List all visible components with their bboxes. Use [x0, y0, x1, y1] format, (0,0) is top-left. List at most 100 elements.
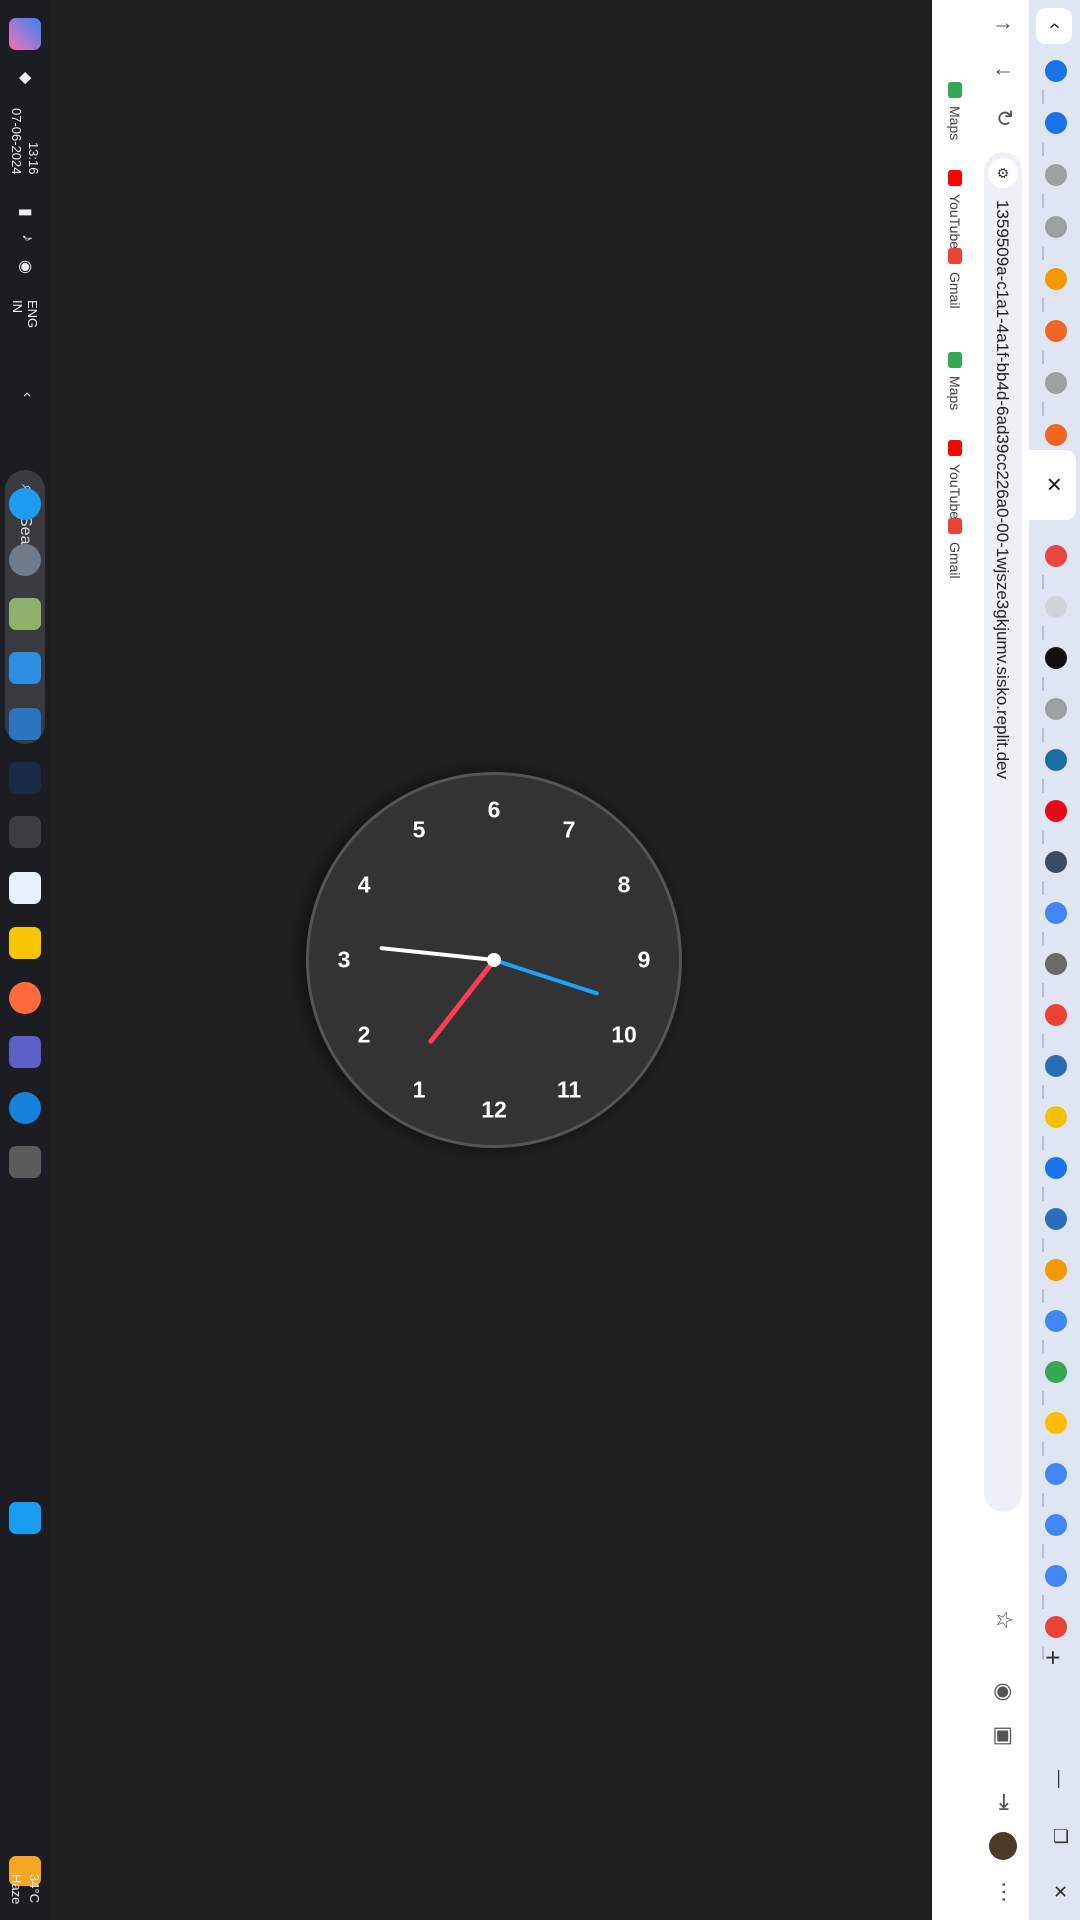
tab-favicon[interactable] — [1045, 902, 1067, 924]
tab-favicon[interactable] — [1045, 268, 1067, 290]
active-tab[interactable]: ✕ — [1029, 450, 1076, 520]
store-icon[interactable] — [9, 872, 41, 904]
volume-icon[interactable]: ♪ — [18, 234, 36, 242]
bookmark-item[interactable]: Maps — [945, 352, 965, 410]
tab-separator — [1042, 1289, 1044, 1303]
menu-icon[interactable]: ⋯ — [989, 1878, 1017, 1906]
tab-favicon[interactable] — [1045, 424, 1067, 446]
tab-favicon[interactable] — [1045, 112, 1067, 134]
cloud-app-icon[interactable] — [9, 488, 41, 520]
tab-search-button[interactable]: ‹ — [1036, 8, 1072, 44]
bookmark-item[interactable]: Gmail — [945, 248, 965, 309]
task-view-icon[interactable] — [9, 1146, 41, 1178]
tab-favicon[interactable] — [1045, 1616, 1067, 1638]
tab-favicon[interactable] — [1045, 1157, 1067, 1179]
tab-separator — [1042, 728, 1044, 742]
bookmark-item[interactable]: YouTube — [945, 170, 965, 249]
tab-favicon[interactable] — [1045, 1106, 1067, 1128]
tab-favicon[interactable] — [1045, 216, 1067, 238]
file-explorer-icon[interactable] — [9, 927, 41, 959]
tab-favicon[interactable] — [1045, 1361, 1067, 1383]
profile-signin-icon[interactable]: ⇥ — [989, 1788, 1017, 1816]
tab-favicon[interactable] — [1045, 60, 1067, 82]
tab-favicon[interactable] — [1045, 1208, 1067, 1230]
tab-favicon[interactable] — [1045, 1412, 1067, 1434]
language-indicator[interactable]: ENG IN — [10, 300, 40, 328]
tab-favicon[interactable] — [1045, 1259, 1067, 1281]
chrome-icon[interactable] — [9, 816, 41, 848]
tab-separator — [1042, 1085, 1044, 1099]
clock-date[interactable]: 13:16 07-06-2024 — [8, 108, 42, 175]
tab-favicon[interactable] — [1045, 749, 1067, 771]
settings-gear-icon[interactable] — [9, 544, 41, 576]
tab-favicon[interactable] — [1045, 953, 1067, 975]
avatar[interactable] — [989, 1832, 1017, 1860]
tab-favicon[interactable] — [1045, 1310, 1067, 1332]
chevron-up-icon[interactable]: ‹ — [18, 392, 36, 397]
tab-favicon[interactable] — [1045, 545, 1067, 567]
tab-favicon[interactable] — [1045, 164, 1067, 186]
edge-icon[interactable] — [9, 1092, 41, 1124]
close-window-button[interactable]: ✕ — [1049, 1884, 1070, 1899]
bookmark-item[interactable]: Maps — [945, 82, 965, 140]
forward-button[interactable]: ↓ — [989, 58, 1017, 86]
bookmark-item[interactable]: Gmail — [945, 518, 965, 579]
restore-button[interactable]: ❐ — [1049, 1828, 1070, 1844]
tab-favicon[interactable] — [1045, 647, 1067, 669]
desktop-screen: ‹ ✕ + — ❐ ✕ ↑ ↓ ↻ ⚙ 135950​9a-c1a1-4a1f-… — [0, 0, 1080, 1920]
tab-separator — [1042, 575, 1044, 589]
tab-separator — [1042, 402, 1044, 416]
youtube-icon — [948, 170, 962, 186]
new-tab-button[interactable]: + — [1037, 1650, 1068, 1665]
tab-favicon[interactable] — [1045, 851, 1067, 873]
tab-separator — [1042, 1595, 1044, 1609]
bookmark-star-icon[interactable]: ☆ — [991, 1610, 1017, 1630]
app-icon[interactable] — [9, 652, 41, 684]
tab-separator — [1042, 1187, 1044, 1201]
tab-separator — [1042, 626, 1044, 640]
bookmarks-bar: Maps YouTube Gmail Maps YouTube Gmail — [932, 0, 977, 1920]
tab-favicon[interactable] — [1045, 1514, 1067, 1536]
hour-hand — [427, 958, 496, 1045]
tab-favicon[interactable] — [1045, 372, 1067, 394]
tab-favicon[interactable] — [1045, 800, 1067, 822]
notification-bell-icon[interactable]: ◆ — [16, 72, 36, 84]
minute-hand — [379, 945, 495, 962]
copilot-icon[interactable] — [9, 18, 41, 50]
wifi-icon[interactable]: ◉ — [16, 260, 36, 274]
chart-app-icon[interactable] — [9, 708, 41, 740]
back-button[interactable]: ↑ — [989, 12, 1017, 40]
tab-separator — [1042, 932, 1044, 946]
extensions-puzzle-icon[interactable]: ▣ — [989, 1722, 1017, 1750]
bookmark-item[interactable]: YouTube — [945, 440, 965, 519]
site-info-icon[interactable]: ⚙ — [988, 158, 1018, 188]
page-content: 11 10 9 8 7 6 5 4 3 2 1 12 — [50, 0, 932, 1920]
tab-favicon[interactable] — [1045, 320, 1067, 342]
photos-icon[interactable] — [9, 598, 41, 630]
tab-separator — [1042, 1391, 1044, 1405]
windows-start-icon[interactable] — [9, 1502, 41, 1534]
tab-separator — [1042, 90, 1044, 104]
close-tab-icon[interactable]: ✕ — [1041, 476, 1066, 493]
tab-favicon[interactable] — [1045, 1565, 1067, 1587]
tab-favicon[interactable] — [1045, 1463, 1067, 1485]
teams-icon[interactable] — [9, 1036, 41, 1068]
minimize-button[interactable]: — — [1049, 1770, 1070, 1788]
tab-favicon[interactable] — [1045, 596, 1067, 618]
second-hand — [493, 958, 600, 996]
address-bar[interactable]: ⚙ 135950​9a-c1a1-4a1f-bb4d-6ad39cc226a0-… — [984, 152, 1022, 1512]
play-icon[interactable] — [9, 762, 41, 794]
firefox-icon[interactable] — [9, 982, 41, 1014]
tab-strip: ‹ ✕ + — ❐ ✕ — [1029, 0, 1080, 1920]
bookmark-label: Gmail — [947, 272, 963, 309]
battery-icon[interactable]: ▮ — [16, 208, 36, 217]
reload-button[interactable]: ↻ — [989, 104, 1017, 132]
tab-favicon[interactable] — [1045, 1055, 1067, 1077]
tray-date: 07-06-2024 — [9, 108, 24, 175]
tab-favicon[interactable] — [1045, 1004, 1067, 1026]
maps-icon — [948, 352, 962, 368]
tab-separator — [1042, 1442, 1044, 1456]
weather-widget[interactable]: 34°C Haze — [4, 1850, 44, 1920]
extension-icon[interactable]: ◉ — [989, 1678, 1017, 1706]
tab-favicon[interactable] — [1045, 698, 1067, 720]
